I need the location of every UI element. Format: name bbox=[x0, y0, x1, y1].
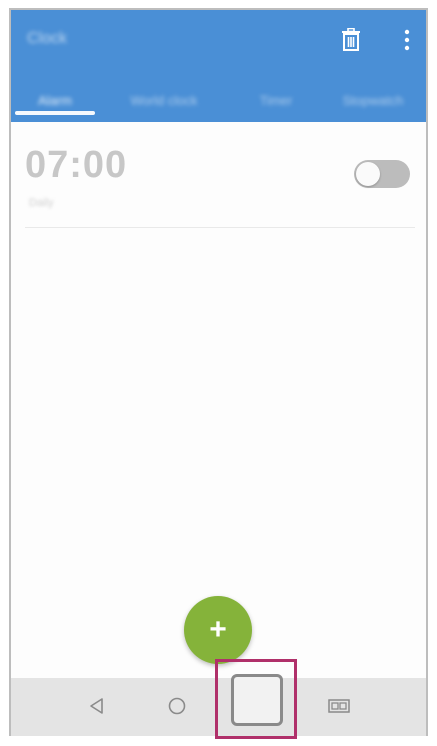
add-icon: + bbox=[209, 613, 227, 646]
tab-alarm-label: Alarm bbox=[38, 92, 72, 108]
toggle-knob bbox=[356, 162, 380, 186]
back-triangle-icon bbox=[90, 698, 103, 714]
back-button[interactable] bbox=[79, 688, 115, 724]
add-alarm-button[interactable]: + bbox=[184, 596, 252, 664]
tab-stopwatch-label: Stopwatch bbox=[342, 92, 404, 108]
app-bar: Clock Alarm World clock Timer Stopwatch bbox=[11, 10, 426, 122]
tab-stopwatch[interactable]: Stopwatch bbox=[323, 82, 423, 118]
delete-button[interactable] bbox=[337, 26, 365, 54]
overview-button[interactable] bbox=[231, 674, 283, 726]
home-button[interactable] bbox=[159, 688, 195, 724]
alarm-repeat-label: Daily bbox=[29, 197, 54, 209]
list-divider bbox=[25, 227, 415, 228]
more-options-button[interactable] bbox=[393, 26, 421, 54]
tab-bar: Alarm World clock Timer Stopwatch bbox=[11, 82, 426, 122]
app-title: Clock bbox=[27, 30, 68, 47]
alarm-time: 07:00 bbox=[25, 144, 128, 186]
trash-icon bbox=[342, 28, 360, 51]
home-circle-icon bbox=[168, 697, 186, 715]
tab-timer-label: Timer bbox=[259, 92, 293, 108]
active-tab-indicator bbox=[15, 111, 95, 115]
dual-window-button[interactable] bbox=[321, 688, 357, 724]
more-vert-icon bbox=[404, 29, 410, 51]
overview-button-highlight bbox=[215, 659, 297, 739]
tab-timer[interactable]: Timer bbox=[237, 82, 315, 118]
alarm-toggle[interactable] bbox=[354, 160, 410, 188]
phone-screen: Clock Alarm World clock Timer Stopwatch … bbox=[9, 8, 428, 736]
dual-window-icon bbox=[328, 699, 350, 713]
tab-world-clock-label: World clock bbox=[130, 92, 198, 108]
tab-world-clock[interactable]: World clock bbox=[105, 82, 223, 118]
alarm-list-item[interactable]: 07:00 Daily bbox=[11, 122, 426, 228]
